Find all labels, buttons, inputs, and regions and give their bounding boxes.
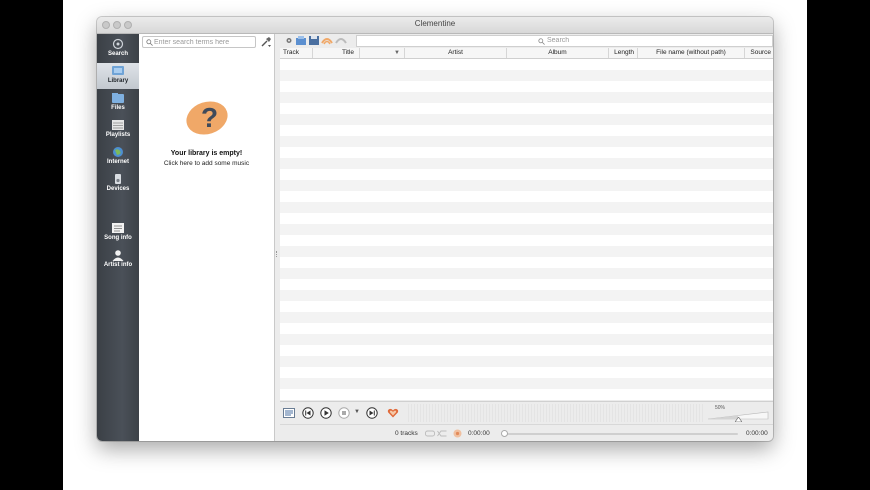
playlist-toolbar xyxy=(280,34,773,48)
window-title: Clementine xyxy=(414,19,456,28)
artist-info-icon xyxy=(112,250,124,261)
backdrop-left-edge xyxy=(0,0,63,490)
svg-text:?: ? xyxy=(201,102,218,133)
playlist-search-box xyxy=(356,35,773,47)
sidebar-item-label: Files xyxy=(111,105,125,111)
sidebar-item-internet[interactable]: Internet xyxy=(97,144,139,170)
sidebar-item-files[interactable]: Files xyxy=(97,90,139,116)
sidebar-item-label: Playlists xyxy=(105,132,131,138)
column-header-filename[interactable]: File name (without path) xyxy=(638,48,745,58)
playlist-table-body[interactable] xyxy=(280,59,773,400)
player-controls: ▼ 50% xyxy=(280,401,773,424)
library-search-input[interactable] xyxy=(154,38,250,47)
sidebar-item-label: Devices xyxy=(106,186,130,192)
sidebar-item-playlists[interactable]: Playlists xyxy=(97,117,139,143)
sidebar-item-label: Internet xyxy=(106,159,129,165)
sidebar-item-artist-info[interactable]: Artist info xyxy=(97,247,139,273)
internet-icon xyxy=(113,147,123,157)
column-header-artist[interactable]: Artist xyxy=(405,48,507,58)
track-count: 0 tracks xyxy=(395,430,418,437)
tools-icon[interactable] xyxy=(260,36,272,48)
stop-options-chevron-icon[interactable]: ▼ xyxy=(354,409,360,415)
sort-arrow-icon: ▼ xyxy=(394,50,400,56)
sidebar-item-search[interactable]: Search xyxy=(97,36,139,62)
empty-library-title: Your library is empty! xyxy=(170,150,243,157)
column-header-track[interactable]: Track xyxy=(280,48,313,58)
repeat-icon[interactable] xyxy=(425,430,435,437)
playlist-search-input[interactable] xyxy=(547,37,747,44)
column-header-source[interactable]: Source xyxy=(745,48,773,58)
search-icon xyxy=(538,38,545,45)
playlist-table-header: Track Title ▼ Artist Album Length File n… xyxy=(280,48,773,59)
elapsed-time: 0:00:00 xyxy=(468,430,490,437)
load-playlist-icon[interactable] xyxy=(295,35,307,46)
seek-slider[interactable] xyxy=(501,430,738,437)
search-icon xyxy=(146,39,153,46)
playlists-icon xyxy=(112,120,124,130)
column-header-length[interactable]: Length xyxy=(609,48,638,58)
spectrum-analyzer[interactable] xyxy=(408,404,704,422)
volume-handle-icon[interactable] xyxy=(734,417,742,422)
column-header-title-sort[interactable]: ▼ xyxy=(360,48,405,58)
column-header-title[interactable]: Title xyxy=(313,48,360,58)
library-icon xyxy=(112,66,124,75)
love-track-icon[interactable] xyxy=(387,407,399,419)
empty-library-question-icon[interactable]: ? xyxy=(184,96,230,136)
sidebar-item-song-info[interactable]: Song info xyxy=(97,220,139,246)
title-bar: Clementine xyxy=(97,17,773,34)
files-icon xyxy=(112,93,124,103)
devices-icon xyxy=(115,174,121,184)
sidebar-item-label: Song info xyxy=(104,235,132,241)
search-icon xyxy=(112,38,124,50)
library-search-box xyxy=(142,36,256,48)
now-playing-art-icon[interactable] xyxy=(283,407,295,419)
song-info-icon xyxy=(112,223,124,233)
app-window: Clementine Search Library Files Playlist… xyxy=(97,17,773,441)
column-header-album[interactable]: Album xyxy=(507,48,609,58)
sidebar-item-label: Search xyxy=(107,51,128,57)
seek-handle[interactable] xyxy=(501,430,508,437)
sidebar-item-devices[interactable]: Devices xyxy=(97,171,139,197)
sidebar-item-label: Artist info xyxy=(103,262,133,268)
volume-slider[interactable]: 50% xyxy=(707,405,769,422)
library-panel: ? Your library is empty! Click here to a… xyxy=(139,34,275,441)
backdrop-right-edge xyxy=(807,0,870,490)
previous-track-icon[interactable] xyxy=(302,407,314,419)
panel-splitter[interactable] xyxy=(275,34,279,441)
play-icon[interactable] xyxy=(320,407,332,419)
next-track-icon[interactable] xyxy=(366,407,378,419)
shuffle-icon[interactable] xyxy=(437,430,447,437)
add-music-link[interactable]: Click here to add some music xyxy=(139,160,274,167)
status-bar: 0 tracks 0:00:00 0:00:00 xyxy=(280,424,773,441)
sidebar: Search Library Files Playlists Internet … xyxy=(97,34,139,441)
total-time: 0:00:00 xyxy=(746,430,768,437)
save-playlist-icon[interactable] xyxy=(308,35,320,46)
sidebar-item-label: Library xyxy=(107,78,129,84)
clear-playlist-icon[interactable] xyxy=(321,35,333,46)
stop-icon[interactable] xyxy=(338,407,350,419)
playlist-settings-icon[interactable] xyxy=(283,35,295,46)
lastfm-scrobble-icon[interactable] xyxy=(453,429,462,438)
sidebar-item-library[interactable]: Library xyxy=(97,63,139,89)
shuffle-playlist-icon[interactable] xyxy=(335,35,347,46)
splitter-grip xyxy=(276,251,279,257)
